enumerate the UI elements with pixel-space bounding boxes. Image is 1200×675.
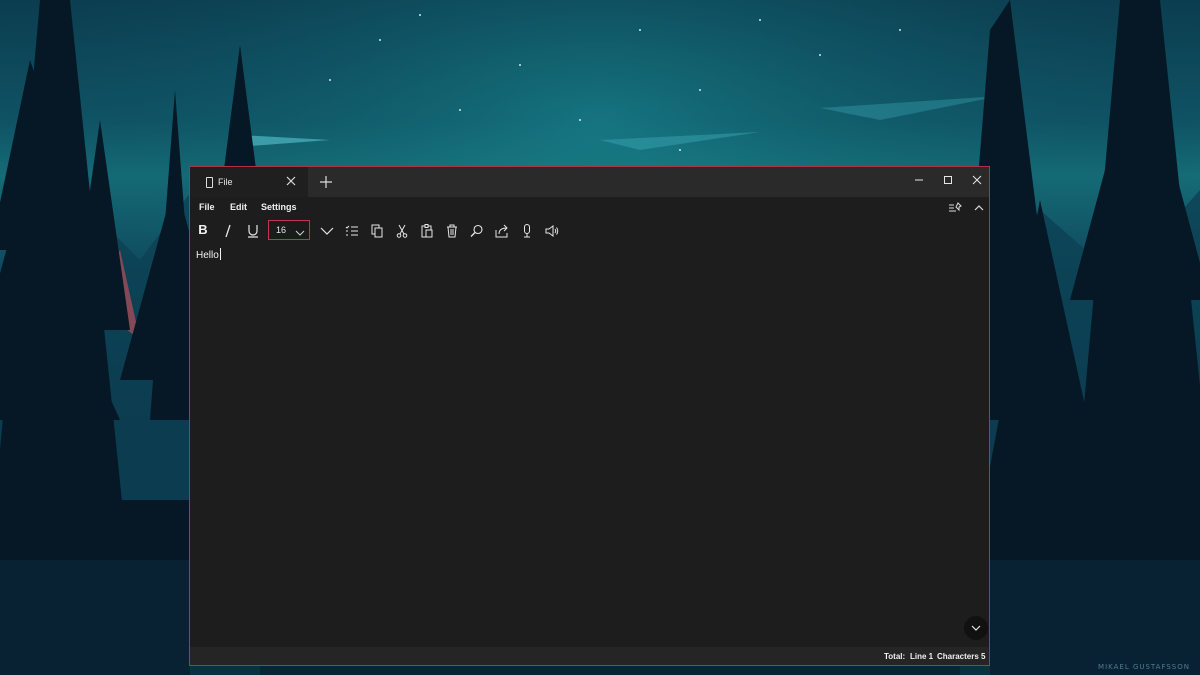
font-size-select[interactable]: 16 [268,220,310,240]
expand-icon[interactable] [319,223,335,239]
title-bar[interactable]: File [190,167,989,197]
editor-content: Hello [196,248,221,261]
status-bar: Total: Line 1 Characters 5 [190,647,989,665]
chevron-up-icon[interactable] [972,201,986,215]
formatting-toolbar: B 16 [190,219,989,243]
status-line: Line 1 [910,652,934,661]
pin-list-icon[interactable] [948,201,962,215]
chevron-down-icon [295,225,305,236]
menu-settings[interactable]: Settings [261,202,297,212]
menu-edit[interactable]: Edit [230,202,247,212]
chevron-down-icon [971,625,981,631]
font-size-value: 16 [276,225,287,235]
minimize-icon[interactable] [906,171,932,189]
tab-close-icon[interactable] [284,174,298,188]
tab-title: File [218,177,233,187]
microphone-icon[interactable] [519,223,535,239]
wallpaper-credit: MIKAEL GUSTAFSSON [1098,663,1190,671]
tab-file[interactable]: File [190,167,308,197]
scroll-down-button[interactable] [964,616,988,640]
maximize-icon[interactable] [935,171,961,189]
underline-icon[interactable] [245,223,261,239]
notepad-window: File File Edit Settings B 16 Hello Total… [189,166,990,666]
status-characters: Characters 5 [937,652,986,661]
paste-icon[interactable] [419,223,435,239]
share-icon[interactable] [494,223,510,239]
close-icon[interactable] [964,171,990,189]
menu-bar: File Edit Settings [190,197,989,219]
text-editor[interactable]: Hello [190,243,989,647]
document-icon [206,177,213,188]
list-icon[interactable] [344,223,360,239]
search-icon[interactable] [469,223,485,239]
delete-icon[interactable] [444,223,460,239]
text-caret [219,248,221,260]
italic-icon[interactable] [220,223,236,239]
cut-icon[interactable] [394,223,410,239]
copy-icon[interactable] [369,223,385,239]
menu-file[interactable]: File [199,202,215,212]
speaker-icon[interactable] [544,223,560,239]
status-total-label: Total: [884,652,906,661]
new-tab-icon[interactable] [318,174,334,190]
bold-button[interactable]: B [195,222,211,238]
